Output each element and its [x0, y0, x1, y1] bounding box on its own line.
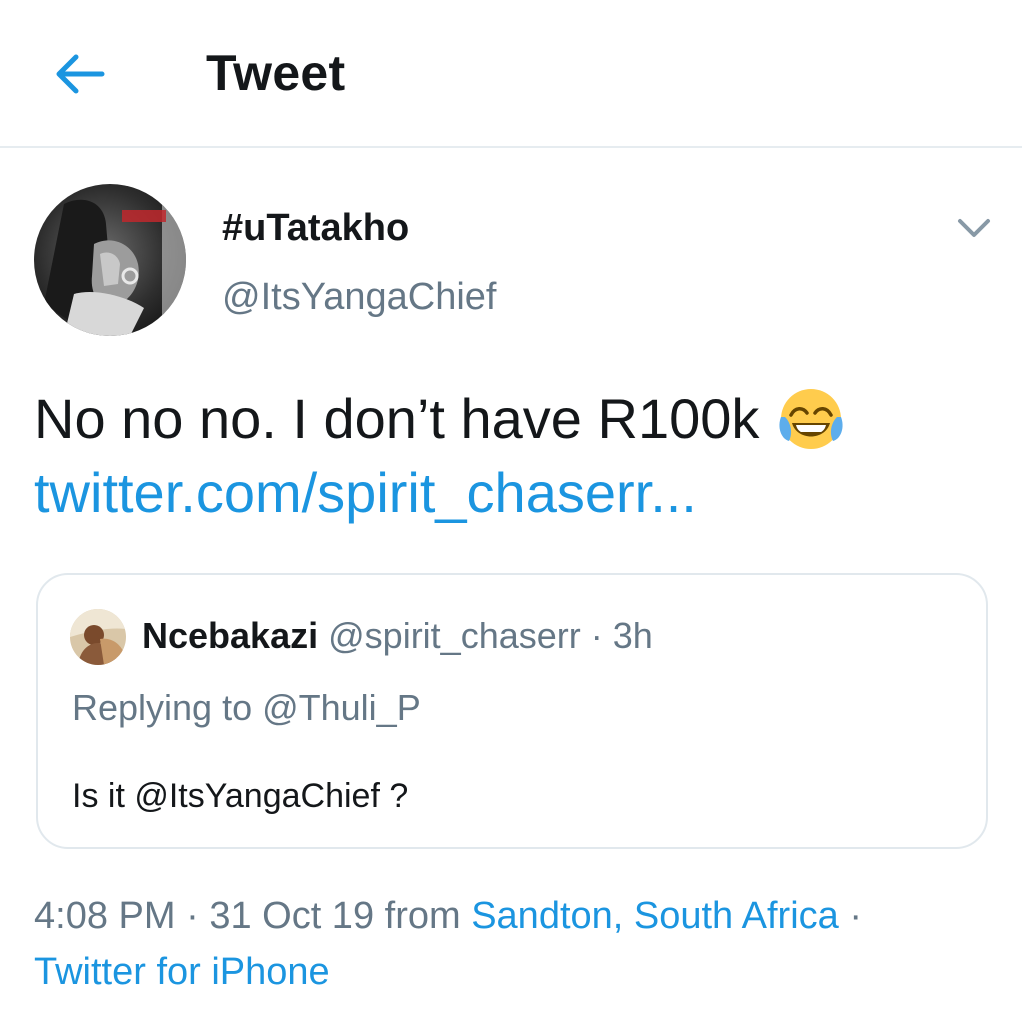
avatar-image: [34, 184, 186, 336]
client-link[interactable]: Twitter for iPhone: [34, 951, 330, 993]
quoted-tweet-text: Is it @ItsYangaChief ?: [72, 777, 409, 815]
quoted-author-avatar: [70, 609, 126, 665]
dot-separator: ·: [580, 615, 613, 656]
tweet-client-line: Twitter for iPhone: [34, 944, 994, 1000]
replying-to-label: Replying to @Thuli_P: [72, 687, 421, 728]
tweet-time: 4:08 PM: [34, 895, 176, 937]
face-with-tears-of-joy-icon: [779, 389, 843, 449]
author-avatar[interactable]: [34, 184, 186, 336]
tweet-text-line: No no no. I don’t have R100k: [34, 382, 994, 456]
back-button[interactable]: [48, 48, 110, 100]
tweet-body: No no no. I don’t have R100k twitter.com…: [34, 382, 994, 530]
tweet-detail-screen: Tweet #uTatakho @ItsYangaChief No no no.…: [0, 0, 1022, 1024]
from-label: from: [374, 895, 472, 937]
quoted-avatar-image: [70, 609, 126, 665]
tweet-date: 31 Oct 19: [209, 895, 375, 937]
page-title: Tweet: [206, 45, 346, 101]
tweet-metadata-line: 4:08 PM · 31 Oct 19 from Sandton, South …: [34, 888, 994, 944]
dot-separator: ·: [838, 895, 863, 937]
dot-separator: ·: [175, 895, 210, 937]
arrow-left-icon: [56, 54, 105, 94]
chevron-down-icon: [958, 219, 990, 237]
quoted-tweet-card[interactable]: Ncebakazi @spirit_chaserr · 3h Replying …: [36, 573, 988, 849]
tweet-link[interactable]: twitter.com/spirit_chaserr...: [34, 456, 994, 530]
tweet-options-button[interactable]: [952, 208, 996, 248]
tweet-metadata: 4:08 PM · 31 Oct 19 from Sandton, South …: [34, 888, 994, 1000]
quoted-author-handle: @spirit_chaserr: [328, 615, 581, 656]
author-handle[interactable]: @ItsYangaChief: [222, 273, 496, 321]
quoted-tweet-header: Ncebakazi @spirit_chaserr · 3h: [142, 611, 653, 661]
quoted-tweet-time: 3h: [612, 615, 653, 656]
tweet-text: No no no. I don’t have R100k: [34, 387, 760, 450]
quoted-author-name: Ncebakazi: [142, 615, 319, 656]
author-display-name[interactable]: #uTatakho: [222, 204, 409, 252]
top-bar: Tweet: [0, 0, 1022, 148]
location-link[interactable]: Sandton, South Africa: [471, 895, 839, 937]
